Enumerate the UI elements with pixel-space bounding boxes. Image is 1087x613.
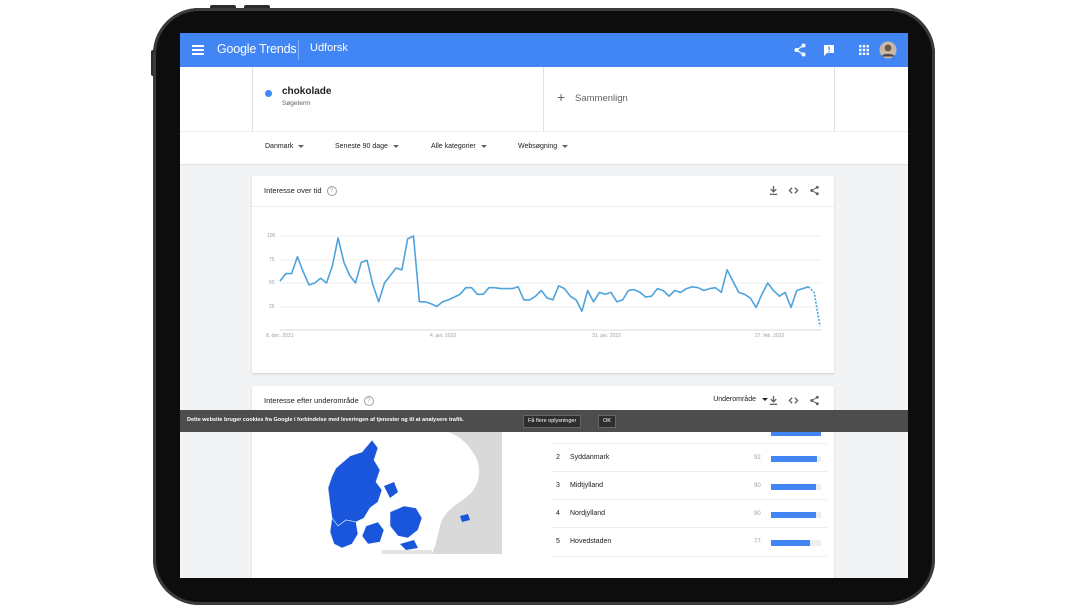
region-bar — [771, 540, 810, 546]
region-name: Hovedstaden — [570, 538, 612, 545]
cookie-banner: Dette website bruger cookies fra Google … — [180, 410, 908, 432]
region-value: 92 — [754, 455, 761, 461]
x-tick-label: 8. dec. 2021 — [266, 333, 294, 339]
filter-label: Danmark — [265, 143, 294, 150]
filter-region[interactable]: Danmark — [265, 143, 305, 150]
filter-bar: Danmark Seneste 90 dage Alle kategorier … — [180, 131, 908, 165]
chevron-down-icon — [480, 144, 487, 148]
region-name: Syddanmark — [570, 454, 610, 461]
screen: Google Trends Udforsk chokolade Søgeterm — [180, 33, 908, 578]
series-line-partial[interactable] — [807, 286, 821, 327]
region-row[interactable]: 4 Nordjylland 90 — [552, 499, 827, 528]
chevron-down-icon — [562, 144, 569, 148]
section-title: Udforsk — [310, 42, 348, 54]
header-divider — [298, 40, 299, 60]
interest-over-time-card: Interesse over tid? 100 75 50 25 8. dec.… — [252, 176, 834, 373]
region-value: 90 — [754, 511, 761, 517]
search-term[interactable]: chokolade — [282, 86, 331, 97]
help-icon[interactable]: ? — [363, 396, 374, 407]
map-island — [400, 540, 418, 550]
filter-time-range[interactable]: Seneste 90 dage — [335, 143, 399, 150]
share-icon[interactable] — [809, 395, 820, 406]
card-title-text: Interesse efter underområde — [264, 396, 359, 405]
map-region-fyn[interactable] — [361, 521, 385, 545]
card-title: Interesse efter underområde? — [264, 396, 374, 407]
region-bar-track — [771, 484, 821, 490]
embed-icon[interactable] — [788, 395, 799, 406]
map-region-syddanmark[interactable] — [329, 517, 359, 549]
cookie-text: Dette website bruger cookies fra Google … — [187, 417, 464, 423]
filter-search-type[interactable]: Websøgning — [518, 143, 569, 150]
search-term-type: Søgeterm — [282, 100, 311, 107]
compare-label: Sammenlign — [575, 93, 628, 104]
region-name: Nordjylland — [570, 510, 606, 517]
chevron-down-icon — [392, 144, 399, 148]
region-name: Midtjylland — [570, 482, 604, 489]
series-line[interactable] — [279, 235, 809, 312]
card-actions — [768, 395, 824, 407]
neighbouring-country — [402, 426, 502, 554]
region-rank: 3 — [556, 482, 560, 489]
region-map — [327, 426, 502, 554]
region-value: 90 — [754, 483, 761, 489]
avatar[interactable] — [879, 41, 897, 59]
share-icon[interactable] — [792, 42, 808, 58]
x-tick-label: 31. jan. 2022 — [592, 333, 621, 339]
region-row[interactable]: 5 Hovedstaden 77 — [552, 527, 827, 557]
filter-label: Websøgning — [518, 143, 558, 150]
line-chart — [279, 235, 822, 331]
region-bar — [771, 456, 817, 462]
region-rank: 2 — [556, 454, 560, 461]
map-region-sjaelland[interactable] — [389, 505, 423, 539]
region-rank: 5 — [556, 538, 560, 545]
region-bar-track — [771, 456, 821, 462]
map-region-nordjylland-midtjylland[interactable] — [327, 439, 383, 527]
region-level-dropdown[interactable]: Underområde — [713, 396, 768, 403]
dropdown-value: Underområde — [713, 396, 756, 403]
search-terms-row: chokolade Søgeterm + Sammenlign — [180, 67, 908, 131]
region-bar-track — [771, 540, 821, 546]
map-island — [384, 482, 398, 498]
filter-category[interactable]: Alle kategorier — [431, 143, 487, 150]
region-bar — [771, 512, 816, 518]
brand-logo[interactable]: Google Trends — [217, 42, 297, 56]
search-term-card[interactable]: chokolade Søgeterm — [252, 67, 544, 131]
filter-label: Alle kategorier — [431, 143, 476, 150]
region-bar-track — [771, 512, 821, 518]
region-value: 77 — [754, 539, 761, 545]
region-row[interactable]: 2 Syddanmark 92 — [552, 443, 827, 472]
apps-grid-icon[interactable] — [856, 42, 872, 58]
feedback-icon[interactable] — [821, 42, 837, 58]
filter-label: Seneste 90 dage — [335, 143, 388, 150]
neighbouring-country — [382, 550, 432, 554]
region-rank: 4 — [556, 510, 560, 517]
download-icon[interactable] — [768, 395, 779, 406]
series-color-dot — [265, 90, 272, 97]
more-info-button[interactable]: Få flere oplysninger — [523, 415, 582, 428]
region-bar — [771, 484, 816, 490]
compare-button[interactable]: + Sammenlign — [543, 67, 835, 131]
plus-icon: + — [557, 89, 566, 105]
chevron-down-icon — [298, 144, 305, 148]
ok-button[interactable]: OK — [598, 415, 616, 428]
region-row[interactable]: 3 Midtjylland 90 — [552, 471, 827, 500]
menu-icon[interactable] — [192, 43, 204, 57]
x-tick-label: 27. feb. 2022 — [755, 333, 785, 339]
app-header: Google Trends Udforsk — [180, 33, 908, 67]
x-tick-label: 4. jan. 2022 — [430, 333, 457, 339]
